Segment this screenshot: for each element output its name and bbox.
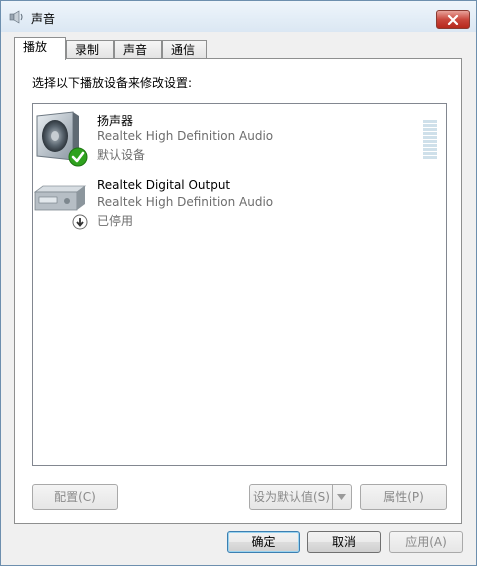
level-segment: [423, 120, 437, 123]
apply-button[interactable]: 应用(A): [389, 531, 463, 553]
level-segment: [423, 140, 437, 143]
ok-button[interactable]: 确定: [227, 531, 300, 553]
level-segment: [423, 132, 437, 135]
volume-level-meter: [423, 120, 437, 160]
level-segment: [423, 128, 437, 131]
properties-button[interactable]: 属性(P): [360, 484, 447, 510]
cancel-button[interactable]: 取消: [307, 531, 381, 553]
level-segment: [423, 136, 437, 139]
instruction-text: 选择以下播放设备来修改设置:: [32, 76, 193, 90]
device-item-speakers[interactable]: 扬声器 Realtek High Definition Audio 默认设备: [33, 110, 446, 172]
level-segment: [423, 124, 437, 127]
device-status: 默认设备: [97, 148, 146, 162]
set-default-dropdown[interactable]: [332, 485, 351, 509]
device-driver: Realtek High Definition Audio: [97, 129, 274, 143]
tab-communications[interactable]: 通信: [162, 40, 207, 58]
tab-sounds[interactable]: 声音: [114, 40, 162, 58]
window-title: 声音: [31, 12, 56, 26]
set-default-label: 设为默认值(S): [253, 490, 330, 504]
level-segment: [423, 148, 437, 151]
tab-recording[interactable]: 录制: [66, 40, 114, 58]
tab-panel-playback: 选择以下播放设备来修改设置: 扬声器 Realtek High Definiti…: [14, 58, 462, 524]
title-bar[interactable]: 声音: [1, 1, 476, 32]
set-default-button[interactable]: 设为默认值(S): [249, 484, 352, 510]
check-icon: [68, 147, 88, 167]
close-icon: [447, 14, 459, 25]
level-segment: [423, 152, 437, 155]
device-name: Realtek Digital Output: [97, 178, 231, 192]
device-list[interactable]: 扬声器 Realtek High Definition Audio 默认设备 R…: [32, 103, 447, 466]
close-button[interactable]: [436, 10, 470, 29]
chevron-down-icon: [337, 494, 346, 500]
device-item-digital-output[interactable]: Realtek Digital Output Realtek High Defi…: [33, 176, 446, 238]
sound-app-icon: [9, 10, 23, 24]
disabled-down-arrow-icon: [72, 214, 88, 230]
configure-button[interactable]: 配置(C): [32, 484, 118, 510]
tab-playback[interactable]: 播放: [14, 37, 66, 60]
level-segment: [423, 156, 437, 159]
device-name: 扬声器: [97, 114, 134, 128]
device-driver: Realtek High Definition Audio: [97, 195, 274, 209]
sound-dialog: 声音 播放 录制 声音 通信 选择以下播放设备来修改设置: 扬声器 Realte…: [0, 0, 477, 566]
level-segment: [423, 144, 437, 147]
device-status: 已停用: [97, 214, 134, 228]
